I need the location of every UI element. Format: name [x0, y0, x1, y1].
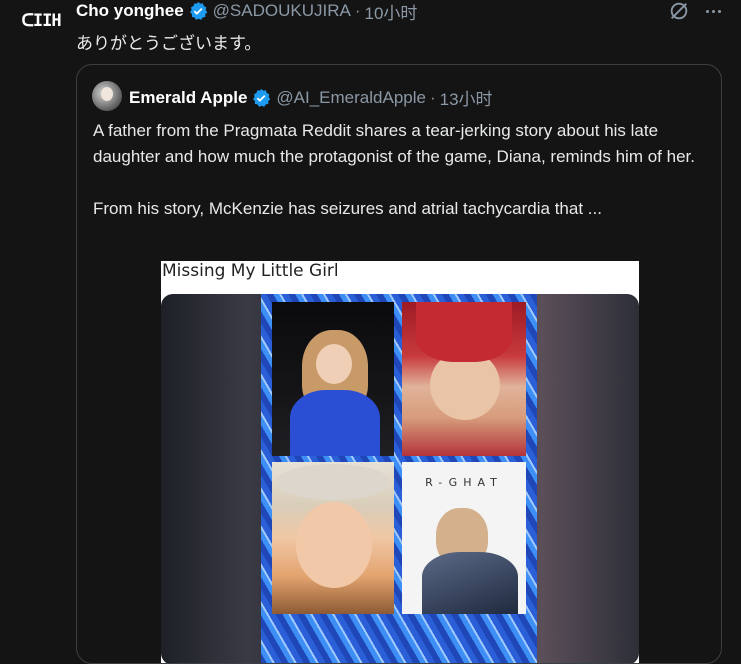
- more-icon[interactable]: [702, 0, 724, 22]
- game-logo-text: R-GHAT: [425, 476, 503, 489]
- media-photo-panel: R-GHAT: [161, 294, 639, 663]
- author-name[interactable]: Cho yonghee: [76, 1, 184, 21]
- collage-photo-2: [402, 302, 526, 456]
- verified-badge-icon: [253, 88, 271, 107]
- quoted-tweet-text: A father from the Pragmata Reddit shares…: [93, 121, 695, 218]
- author-avatar[interactable]: ᑕIIH: [20, 6, 62, 36]
- verified-badge-icon: [189, 1, 207, 20]
- quoted-timestamp[interactable]: 13小时: [440, 85, 493, 110]
- timestamp[interactable]: 10小时: [365, 0, 418, 24]
- quoted-author-avatar[interactable]: [92, 81, 122, 111]
- quoted-author-name[interactable]: Emerald Apple: [129, 88, 247, 108]
- collage-photo-4: R-GHAT: [402, 462, 526, 614]
- tweet-text: ありがとうございます。: [76, 34, 262, 53]
- quoted-author-handle[interactable]: @AI_EmeraldApple: [276, 88, 426, 108]
- quoted-tweet-card[interactable]: Emerald Apple @AI_EmeraldApple · 13小时 A …: [76, 64, 722, 664]
- grok-icon[interactable]: [667, 0, 691, 22]
- quoted-tweet-header: Emerald Apple @AI_EmeraldApple · 13小时: [129, 85, 493, 110]
- quoted-media-image[interactable]: Missing My Little Girl R-GHAT: [161, 261, 639, 663]
- media-caption: Missing My Little Girl: [162, 261, 339, 281]
- tweet-header: Cho yonghee @SADOUKUJIRA · 10小时: [76, 0, 418, 24]
- separator-dot: ·: [429, 87, 436, 107]
- photo-collage: R-GHAT: [261, 294, 537, 663]
- collage-photo-1: [272, 302, 394, 456]
- separator-dot: ·: [354, 1, 361, 20]
- collage-photo-3: [272, 462, 394, 614]
- author-handle[interactable]: @SADOUKUJIRA: [213, 1, 351, 21]
